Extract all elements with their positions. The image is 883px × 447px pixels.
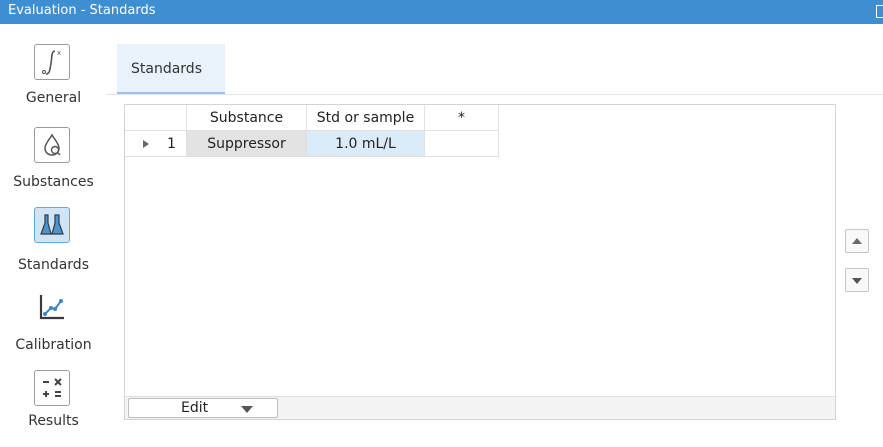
sidebar-item-label: Results — [28, 413, 79, 429]
move-up-button[interactable] — [845, 229, 869, 253]
row-pointer-icon — [143, 140, 149, 148]
sidebar-item-standards[interactable]: Standards — [0, 207, 107, 287]
calibration-curve-icon — [34, 289, 70, 325]
tab-label: Standards — [131, 61, 202, 77]
column-header-star[interactable]: * — [425, 105, 499, 131]
title-bar: Evaluation - Standards — [0, 0, 883, 24]
sidebar-item-results[interactable]: Results — [0, 367, 107, 447]
sidebar-item-label: Calibration — [15, 337, 92, 353]
integral-icon: x — [34, 44, 70, 80]
tab-divider — [107, 94, 883, 95]
row-index: 1 — [167, 136, 176, 152]
star-cell[interactable] — [425, 131, 499, 157]
move-down-button[interactable] — [845, 268, 869, 292]
sidebar-item-substances[interactable]: Substances — [0, 124, 107, 204]
sidebar-item-label: General — [25, 90, 82, 106]
sidebar-item-label: Substances — [13, 174, 94, 190]
substance-cell[interactable]: Suppressor — [187, 131, 307, 157]
sidebar-item-general[interactable]: x General — [0, 24, 107, 106]
chevron-down-icon — [241, 406, 253, 413]
edit-dropdown-button[interactable]: Edit — [128, 398, 278, 418]
column-header-substance[interactable]: Substance — [187, 105, 307, 131]
table-row[interactable]: 1 — [125, 131, 187, 157]
calculator-icon — [34, 370, 70, 406]
standards-table-panel: Substance Std or sample * 1 Suppressor 1… — [124, 104, 836, 420]
row-header-corner — [125, 105, 187, 131]
column-header-std-or-sample[interactable]: Std or sample — [307, 105, 425, 131]
window-control-icon[interactable] — [876, 5, 883, 18]
arrow-down-icon — [852, 278, 862, 284]
edit-button-label: Edit — [181, 400, 209, 416]
sidebar: x General Substances Standards Calibrati… — [0, 24, 107, 429]
window-title: Evaluation - Standards — [8, 3, 156, 18]
sidebar-item-calibration[interactable]: Calibration — [0, 289, 107, 369]
sidebar-item-label: Standards — [18, 257, 89, 273]
svg-text:x: x — [57, 49, 61, 57]
tab-standards[interactable]: Standards — [117, 44, 225, 95]
drop-search-icon — [34, 127, 70, 163]
std-or-sample-cell[interactable]: 1.0 mL/L — [307, 131, 425, 157]
edit-toolbar: Edit — [125, 396, 835, 419]
flask-icon — [34, 207, 70, 243]
arrow-up-icon — [852, 238, 862, 244]
